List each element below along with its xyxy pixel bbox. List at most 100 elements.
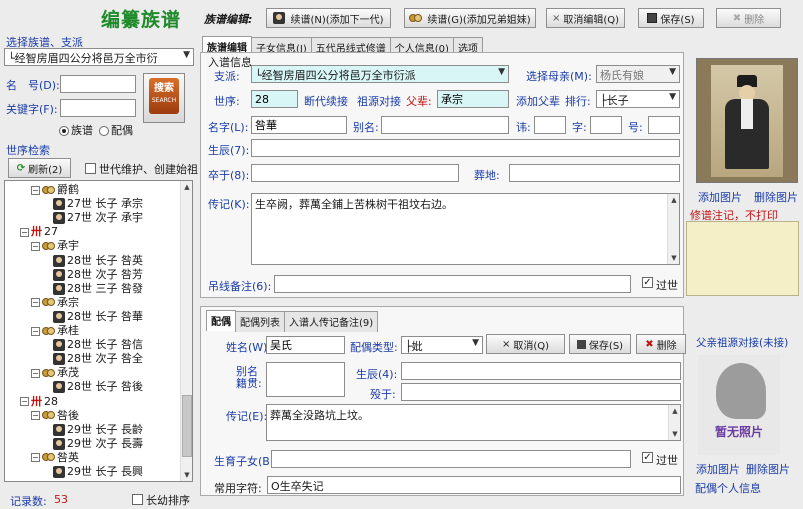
spouse-add-photo-link[interactable]: 添加图片 [696, 461, 740, 477]
maint-checkbox[interactable] [85, 163, 96, 174]
delete-photo-link[interactable]: 删除图片 [754, 189, 798, 205]
spouse-tab-0[interactable]: 配偶 [206, 310, 236, 331]
add-photo-link[interactable]: 添加图片 [698, 189, 742, 205]
spouse-bio-textarea[interactable]: 葬萬全没路坑上坟。 ▲ ▼ [266, 404, 681, 441]
break-link[interactable]: 断代续接 [304, 93, 348, 109]
tree-leaf[interactable]: 28世 长子 咎信 [53, 338, 143, 352]
refresh-icon: ⟳ [16, 162, 26, 174]
burial-input[interactable] [509, 164, 680, 182]
spouse-death-input[interactable] [401, 383, 681, 401]
family-icon [42, 410, 55, 421]
courtesy-input[interactable] [590, 116, 622, 134]
common-chars-select[interactable]: O生卒失记 [267, 476, 681, 494]
tree-leaf[interactable]: 28世 三子 咎發 [53, 282, 143, 295]
generation-tree[interactable]: − 爵鹤 27世 长子 承宗 27世 次子 承宇 − 卅 27− 承宇 28世 长子 咎英 28世… [4, 180, 193, 482]
radio-clan[interactable]: 族谱 [59, 122, 93, 138]
tree-branch[interactable]: − 承宗 [31, 296, 79, 309]
courtesy-label: 字: [572, 121, 587, 134]
gen-input[interactable] [251, 90, 298, 108]
cancel-edit-button[interactable]: × 取消编辑(Q) [546, 8, 625, 28]
deceased-checkbox[interactable]: ✓ [642, 277, 653, 288]
branch-field[interactable]: └经智房眉四公分将邑万全市衍派 ▼ [251, 65, 509, 83]
collapse-icon[interactable]: − [31, 241, 40, 251]
refresh-button[interactable]: ⟳ 刷新(2) [8, 158, 71, 178]
tree-leaf[interactable]: 29世 次子 長壽 [53, 437, 143, 450]
collapse-icon[interactable]: − [31, 453, 40, 463]
tree-leaf[interactable]: 29世 长子 長齡 [53, 423, 143, 436]
birth-input[interactable] [251, 139, 680, 157]
death-input[interactable] [251, 164, 459, 182]
tree-leaf[interactable]: 27世 长子 承宗 [53, 197, 143, 211]
father-input[interactable] [437, 90, 509, 108]
spouse-bio-scrollbar[interactable]: ▲ ▼ [668, 405, 680, 440]
tree-node-label: 27世 次子 承宇 [67, 211, 143, 225]
sort-checkbox[interactable] [132, 494, 143, 505]
spouse-delete-photo-link[interactable]: 删除图片 [746, 461, 790, 477]
tree-leaf[interactable]: 29世 长子 長興 [53, 465, 143, 478]
tree-generation[interactable]: − 卅 27 [20, 225, 58, 238]
tree-node-label: 28世 长子 咎信 [67, 338, 143, 352]
search-button[interactable]: 搜索 SEARCH [143, 73, 185, 123]
tree-leaf[interactable]: 28世 次子 咎全 [53, 352, 143, 366]
line-note-input[interactable] [274, 275, 631, 293]
scroll-thumb[interactable] [182, 395, 192, 457]
spouse-children-input[interactable] [271, 450, 631, 468]
collapse-icon[interactable]: − [31, 298, 40, 308]
collapse-icon[interactable]: − [20, 227, 29, 237]
next-gen-button[interactable]: 续谱(N)(添加下一代) [266, 8, 391, 28]
add-father-link[interactable]: 添加父辈 [516, 93, 560, 109]
spouse-birth-input[interactable] [401, 362, 681, 380]
collapse-icon[interactable]: − [31, 411, 40, 421]
father-source-link[interactable]: 父亲祖源对接(未接) [696, 335, 788, 350]
collapse-icon[interactable]: − [31, 368, 40, 378]
note-textarea[interactable] [686, 221, 799, 296]
tree-scrollbar[interactable]: ▲ ▼ [180, 181, 192, 481]
spouse-personal-info-link[interactable]: 配偶个人信息 [695, 480, 761, 496]
bio-scrollbar[interactable]: ▲ ▼ [667, 194, 679, 264]
tree-branch[interactable]: − 承宇 [31, 239, 79, 252]
tree-branch[interactable]: − 爵鹤 [31, 183, 79, 196]
spouse-deceased-checkbox[interactable]: ✓ [642, 452, 653, 463]
spouse-cancel-button[interactable]: × 取消(Q) [486, 334, 565, 354]
spouse-alias-textarea[interactable] [266, 362, 345, 397]
tree-generation[interactable]: − 卅 28 [20, 395, 58, 408]
add-sibling-button[interactable]: 续谱(G)(添加兄弟姐妹) [404, 8, 536, 28]
rank-select[interactable]: ├长子 ▼ [596, 90, 680, 108]
collapse-icon[interactable]: − [20, 397, 29, 406]
spouse-save-button[interactable]: 保存(S) [569, 334, 631, 354]
collapse-icon[interactable]: − [31, 326, 40, 336]
name-input[interactable] [60, 75, 136, 93]
family-icon [42, 326, 55, 337]
keyword-input[interactable] [60, 99, 136, 117]
bio-textarea[interactable]: 生卒阙，葬萬全鋪上苦株树干祖坟右边。 ▲ ▼ [251, 193, 680, 265]
spouse-type-select[interactable]: ├妣 ▼ [401, 336, 483, 354]
tree-leaf[interactable]: 28世 次子 咎芳 [53, 268, 143, 281]
branch-select[interactable]: └经智房眉四公分将邑万全市衍 ▼ [4, 48, 194, 66]
tree-leaf[interactable]: 28世 长子 咎華 [53, 310, 143, 323]
tree-branch[interactable]: − 咎英 [31, 451, 79, 464]
source-link[interactable]: 祖源对接 [357, 93, 401, 109]
taboo-input[interactable] [534, 116, 566, 134]
mother-select[interactable]: 杨氏有娘 ▼ [596, 65, 680, 83]
portrait-image [711, 65, 783, 177]
radio-spouse[interactable]: 配偶 [99, 122, 133, 138]
tree-leaf[interactable]: 28世 长子 咎英 [53, 254, 143, 267]
person-name-input[interactable] [251, 116, 347, 134]
tree-leaf[interactable]: 27世 次子 承宇 [53, 211, 143, 225]
spouse-tab-2[interactable]: 入谱人传记备注(9) [284, 311, 379, 332]
spouse-tab-1[interactable]: 配偶列表 [235, 311, 285, 332]
delete-label: 删除 [744, 14, 765, 26]
delete-button[interactable]: ✖ 删除 [716, 8, 781, 28]
alias-input[interactable] [381, 116, 509, 134]
tree-branch[interactable]: − 咎後 [31, 409, 79, 422]
title-input[interactable] [648, 116, 680, 134]
tree-leaf[interactable]: 28世 长子 咎後 [53, 380, 143, 394]
spouse-name-input[interactable] [266, 336, 345, 354]
spouse-delete-button[interactable]: ✖ 删除 [636, 334, 686, 354]
save-button[interactable]: 保存(S) [638, 8, 704, 28]
tree-branch[interactable]: − 承桂 [31, 324, 79, 337]
spouse-deceased-label: 过世 [656, 454, 678, 467]
tree-branch[interactable]: − 承茂 [31, 366, 79, 379]
scroll-up-icon: ▲ [672, 407, 678, 415]
collapse-icon[interactable]: − [31, 185, 40, 195]
